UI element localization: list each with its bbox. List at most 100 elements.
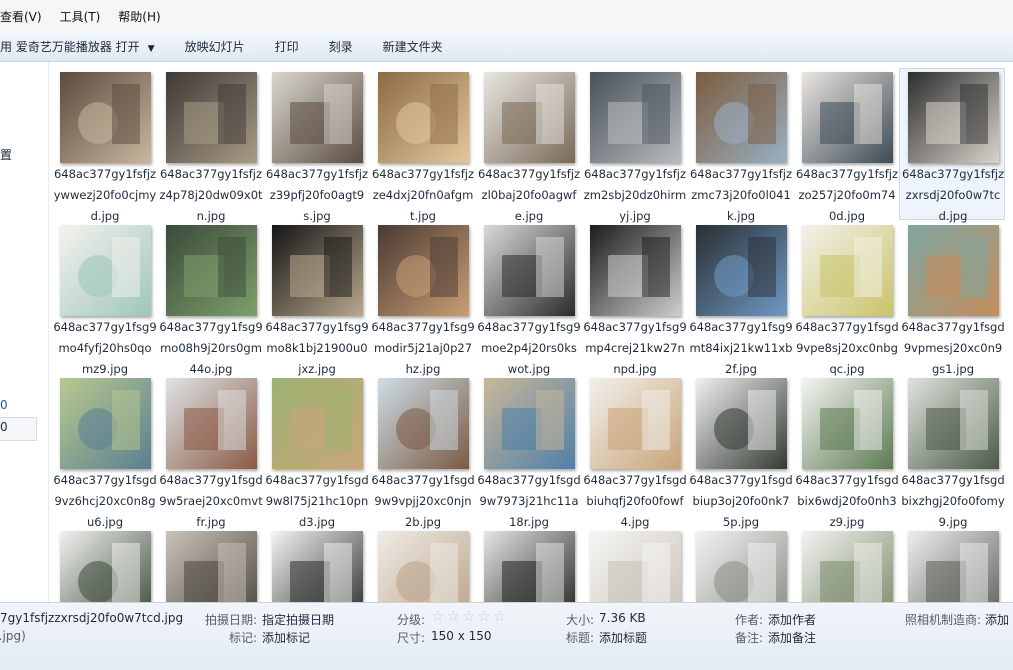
file-name: 648ac377gy1fsg9mo08h9j20rs0gm44o.jpg	[159, 320, 263, 376]
file-name: 648ac377gy1fsgdbiup3oj20fo0nk75p.jpg	[689, 473, 793, 529]
rating-stars[interactable]: ☆ ☆ ☆ ☆ ☆	[431, 607, 508, 625]
camera-maker-value[interactable]: 添加	[985, 611, 1009, 628]
file-thumbnail[interactable]	[378, 378, 469, 469]
rating-star-icon[interactable]: ☆	[446, 607, 459, 625]
thumbnail-detail	[854, 237, 882, 297]
menu-help[interactable]: 帮助(H)	[118, 6, 160, 27]
file-thumbnail[interactable]	[802, 531, 893, 602]
file-name: 648ac377gy1fsg9moe2p4j20rs0kswot.jpg	[477, 320, 581, 376]
file-name: 648ac377gy1fsgd9w8l75j21hc10pnd3.jpg	[265, 473, 369, 529]
nav-item-partial-blue[interactable]: 0	[0, 398, 8, 412]
menu-tools[interactable]: 工具(T)	[60, 6, 101, 27]
file-name: 648ac377gy1fsg9mo8k1bj21900u0jxz.jpg	[265, 320, 369, 376]
thumbnail-detail	[430, 543, 458, 602]
file-thumbnail[interactable]	[60, 531, 151, 602]
file-name: 648ac377gy1fsfjzywwezj20fo0cjmyd.jpg	[53, 167, 157, 223]
file-thumbnail[interactable]	[272, 72, 363, 163]
dimensions-label: 尺寸:	[397, 631, 426, 645]
rating-star-icon[interactable]: ☆	[477, 607, 490, 625]
file-thumbnail[interactable]	[166, 531, 257, 602]
burn-button[interactable]: 刻录	[329, 38, 353, 55]
file-name: 648ac377gy1fsg9modir5j21aj0p27hz.jpg	[371, 320, 475, 376]
file-thumbnail[interactable]	[484, 72, 575, 163]
thumbnail-detail	[324, 237, 352, 297]
file-thumbnail[interactable]	[484, 225, 575, 316]
nav-item-partial[interactable]: 置	[0, 146, 12, 163]
file-thumbnail[interactable]	[484, 378, 575, 469]
date-taken-value[interactable]: 指定拍摄日期	[262, 611, 334, 628]
open-with-button[interactable]: 用 爱奇艺万能播放器 打开 ▼	[0, 38, 155, 55]
detail-filetype: (.jpg)	[0, 629, 26, 643]
size-label: 大小:	[566, 613, 595, 627]
chevron-down-icon[interactable]: ▼	[148, 44, 155, 54]
file-thumbnail[interactable]	[696, 225, 787, 316]
file-name: 648ac377gy1fsfjzz39pfj20fo0agt9s.jpg	[265, 167, 368, 223]
file-thumbnail[interactable]	[590, 531, 681, 602]
slideshow-button[interactable]: 放映幻灯片	[185, 38, 245, 55]
file-name: 648ac377gy1fsg9mt84ixj21kw11xb2f.jpg	[689, 320, 793, 376]
file-thumbnail[interactable]	[60, 225, 151, 316]
file-thumbnail[interactable]	[378, 531, 469, 602]
rating-star-icon[interactable]: ☆	[493, 607, 506, 625]
file-thumbnail[interactable]	[166, 72, 257, 163]
file-thumbnail[interactable]	[908, 72, 999, 163]
camera-maker-label: 照相机制造商:	[905, 613, 982, 627]
file-thumbnail[interactable]	[378, 72, 469, 163]
file-thumbnail[interactable]	[590, 72, 681, 163]
file-thumbnail[interactable]	[802, 72, 893, 163]
print-button[interactable]: 打印	[275, 38, 299, 55]
file-thumbnail[interactable]	[802, 225, 893, 316]
file-thumbnail[interactable]	[60, 378, 151, 469]
tags-value[interactable]: 添加标记	[262, 629, 310, 646]
comments-value[interactable]: 添加备注	[768, 629, 816, 646]
file-name: 648ac377gy1fsfjzzo257j20fo0m740d.jpg	[795, 167, 898, 223]
file-thumbnail[interactable]	[272, 531, 363, 602]
rating-star-icon[interactable]: ☆	[462, 607, 475, 625]
title-value[interactable]: 添加标题	[599, 629, 647, 646]
file-thumbnail[interactable]	[696, 378, 787, 469]
thumbnail-detail	[960, 390, 988, 450]
author-label: 作者:	[735, 613, 764, 627]
thumbnail-detail	[854, 543, 882, 602]
file-thumbnail[interactable]	[696, 72, 787, 163]
file-name: 648ac377gy1fsfjzzxrsdj20fo0w7tcd.jpg	[901, 167, 1004, 223]
file-thumbnail[interactable]	[166, 225, 257, 316]
file-thumbnail[interactable]	[908, 225, 999, 316]
file-thumbnail[interactable]	[166, 378, 257, 469]
thumbnail-grid: 648ac377gy1fsfjzywwezj20fo0cjmyd.jpg 648a…	[48, 62, 1013, 602]
detail-filename: 7gy1fsfjzzxrsdj20fo0w7tcd.jpg	[0, 611, 184, 625]
file-name: 648ac377gy1fsgdbiuhqfj20fo0fowf4.jpg	[583, 473, 687, 529]
menu-bar: 查看(V) 工具(T) 帮助(H)	[0, 0, 1013, 33]
file-thumbnail[interactable]	[590, 225, 681, 316]
file-thumbnail[interactable]	[378, 225, 469, 316]
file-name: 648ac377gy1fsfjzzmc73j20fo0l041k.jpg	[689, 167, 792, 223]
file-thumbnail[interactable]	[908, 378, 999, 469]
size-value: 7.36 KB	[599, 611, 646, 625]
file-name: 648ac377gy1fsgd9w9vpjj20xc0njn2b.jpg	[371, 473, 475, 529]
thumbnail-detail	[536, 84, 564, 144]
file-thumbnail[interactable]	[696, 531, 787, 602]
file-name: 648ac377gy1fsgd9vz6hcj20xc0n8gu6.jpg	[53, 473, 157, 529]
dimensions-value: 150 x 150	[431, 629, 492, 643]
file-thumbnail[interactable]	[272, 378, 363, 469]
thumbnail-detail	[430, 237, 458, 297]
file-thumbnail[interactable]	[272, 225, 363, 316]
file-thumbnail[interactable]	[802, 378, 893, 469]
file-thumbnail[interactable]	[590, 378, 681, 469]
file-thumbnail[interactable]	[908, 531, 999, 602]
menu-view[interactable]: 查看(V)	[0, 6, 42, 27]
open-with-label: 用 爱奇艺万能播放器 打开	[0, 40, 140, 54]
thumbnail-detail	[218, 543, 246, 602]
thumbnail-detail	[960, 543, 988, 602]
thumbnail-detail	[960, 84, 988, 144]
author-value[interactable]: 添加作者	[768, 611, 816, 628]
rating-label: 分级:	[397, 613, 426, 627]
thumbnail-detail	[324, 84, 352, 144]
new-folder-button[interactable]: 新建文件夹	[383, 38, 443, 55]
file-thumbnail[interactable]	[60, 72, 151, 163]
file-thumbnail[interactable]	[484, 531, 575, 602]
thumbnail-detail	[218, 84, 246, 144]
thumbnail-detail	[642, 237, 670, 297]
rating-star-icon[interactable]: ☆	[431, 607, 444, 625]
command-toolbar: 用 爱奇艺万能播放器 打开 ▼ 放映幻灯片 打印 刻录 新建文件夹	[0, 32, 1013, 62]
